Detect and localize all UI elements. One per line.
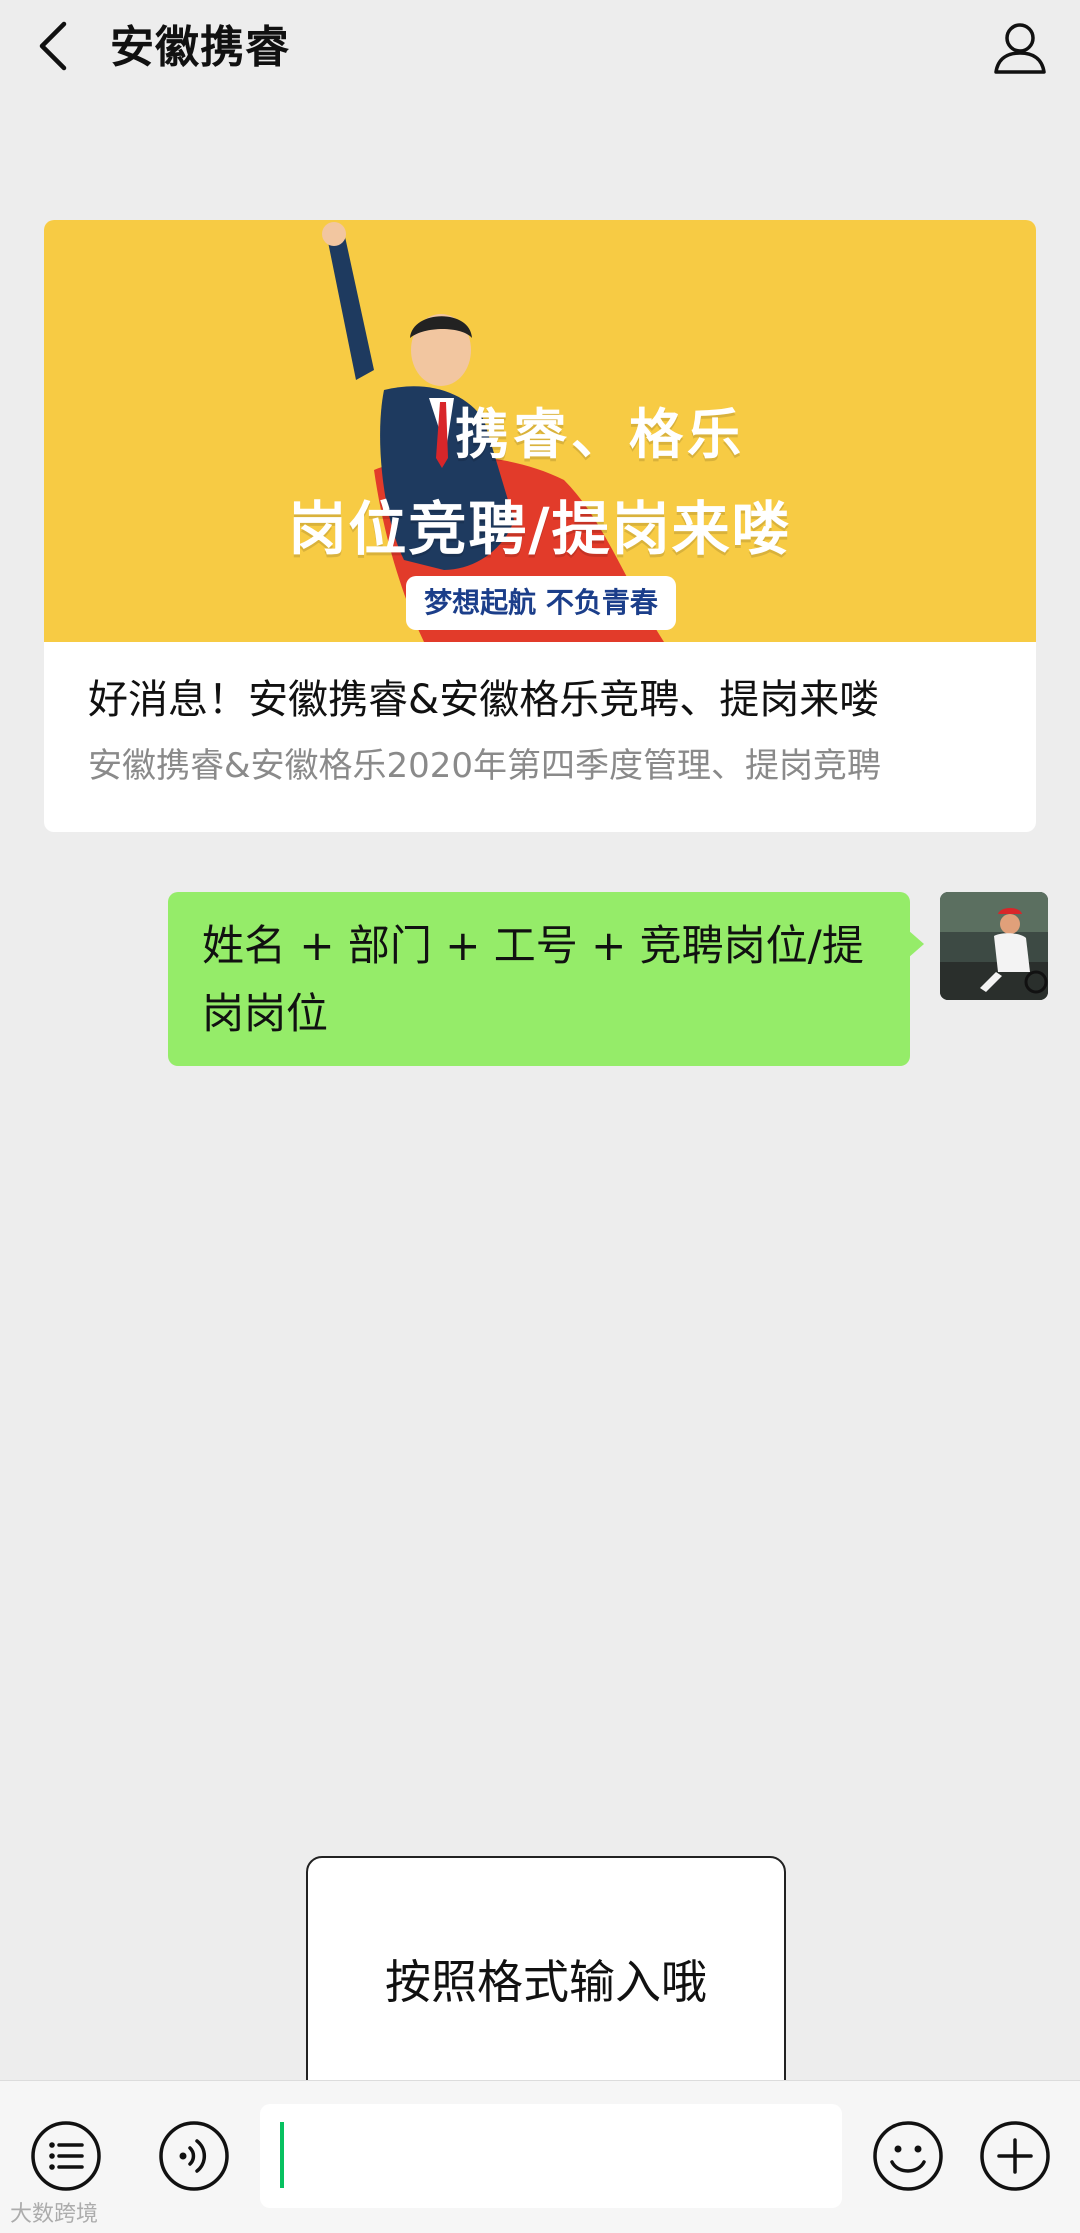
- chat-title: 安徽携睿: [110, 22, 290, 73]
- article-title: 好消息！安徽携睿&安徽格乐竞聘、提岗来喽: [88, 677, 880, 723]
- plus-icon: [980, 2121, 1050, 2191]
- banner-headline-1: 携睿、格乐: [455, 403, 745, 466]
- article-description: 安徽携睿&安徽格乐2020年第四季度管理、提岗竞聘: [88, 746, 882, 786]
- avatar[interactable]: [940, 892, 1048, 1000]
- watermark: 大数跨境: [10, 2202, 99, 2227]
- list-menu-icon: [31, 2121, 101, 2191]
- person-icon: [994, 23, 1046, 74]
- article-banner: 携睿、格乐 岗位竞聘/提岗来喽 梦想起航 不负青春: [44, 220, 1036, 642]
- voice-button[interactable]: [156, 2118, 232, 2194]
- article-card[interactable]: 携睿、格乐 岗位竞聘/提岗来喽 梦想起航 不负青春 好消息！安徽携睿&安徽格乐竞…: [44, 220, 1036, 832]
- text-cursor: [280, 2122, 284, 2188]
- top-bar: 安徽携睿: [0, 0, 1080, 96]
- banner-headline-2: 岗位竞聘/提岗来喽: [288, 495, 792, 563]
- format-hint-tooltip: 按照格式输入哦: [306, 1856, 786, 2104]
- profile-button[interactable]: [988, 16, 1052, 80]
- emoji-button[interactable]: [870, 2118, 946, 2194]
- plus-button[interactable]: [977, 2118, 1053, 2194]
- emoji-icon: [873, 2121, 943, 2191]
- message-input[interactable]: [260, 2104, 842, 2208]
- chevron-left-icon: [39, 21, 67, 71]
- message-bubble[interactable]: 姓名 + 部门 + 工号 + 竞聘岗位/提岗岗位: [168, 892, 910, 1066]
- message-bubble-tail: [908, 930, 924, 958]
- menu-button[interactable]: [28, 2118, 104, 2194]
- avatar-photo: [940, 892, 1048, 1000]
- voice-icon: [159, 2121, 229, 2191]
- back-button[interactable]: [28, 18, 84, 74]
- banner-slogan-badge: 梦想起航 不负青春: [406, 576, 676, 630]
